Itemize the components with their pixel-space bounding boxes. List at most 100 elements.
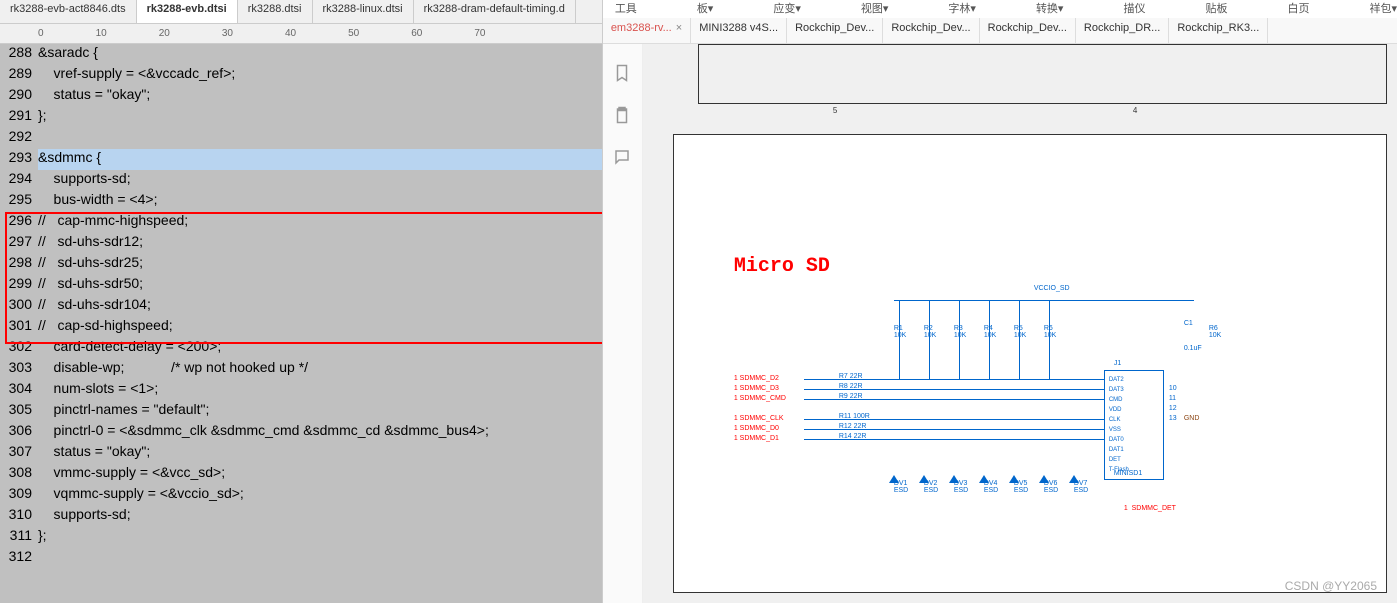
line-number: 307 [0,443,38,464]
code-line-293[interactable]: 293&sdmmc { [0,149,602,170]
code-line-292[interactable]: 292 [0,128,602,149]
menu-item-7[interactable]: 贴板 [1205,0,1227,18]
close-icon[interactable]: × [676,22,682,34]
code-line-289[interactable]: 289 vref-supply = <&vccadc_ref>; [0,65,602,86]
code-line-307[interactable]: 307 status = "okay"; [0,443,602,464]
code-line-295[interactable]: 295 bus-width = <4>; [0,191,602,212]
pullup-R2: R210K [924,325,944,339]
line-text: vqmmc-supply = <&vccio_sd>; [38,485,602,506]
pin-DET: DET [1109,455,1159,465]
schematic-page: Micro SD VCCIO_SD 1 SDMMC_D21 SDMMC_D31 … [673,134,1387,593]
resistor-R14: R14 22R [839,433,867,440]
net-SDMMC_D1: 1 SDMMC_D1 [734,435,779,442]
editor-tab-3[interactable]: rk3288-linux.dtsi [313,0,414,23]
pdf-tab-3[interactable]: Rockchip_Dev... [883,18,979,43]
pin-DAT2: DAT2 [1109,375,1159,385]
editor-tab-4[interactable]: rk3288-dram-default-timing.d [414,0,576,23]
code-line-301[interactable]: 301// cap-sd-highspeed; [0,317,602,338]
page-frame-top [698,44,1387,104]
menu-item-9[interactable]: 祥包▾ [1369,0,1397,18]
code-line-296[interactable]: 296// cap-mmc-highspeed; [0,212,602,233]
pdf-tab-2[interactable]: Rockchip_Dev... [787,18,883,43]
pin-right-11: 11 [1169,395,1176,402]
pin-right-10: 10 [1169,385,1177,392]
line-number: 304 [0,380,38,401]
menu-item-4[interactable]: 字林▾ [948,0,976,18]
sd-connector: DAT2DAT3CMDVDDCLKVSSDAT0DAT1DETT-Flash [1104,370,1164,480]
code-line-290[interactable]: 290 status = "okay"; [0,86,602,107]
pdf-tab-6[interactable]: Rockchip_RK3... [1169,18,1268,43]
menu-item-5[interactable]: 转换▾ [1036,0,1064,18]
clipboard-icon[interactable] [613,106,631,124]
editor-tab-0[interactable]: rk3288-evb-act8846.dts [0,0,137,23]
line-text: vref-supply = <&vccadc_ref>; [38,65,602,86]
line-number: 292 [0,128,38,149]
line-number: 296 [0,212,38,233]
line-number: 299 [0,275,38,296]
code-line-312[interactable]: 312 [0,548,602,569]
line-number: 288 [0,44,38,65]
line-number: 297 [0,233,38,254]
pin-DAT1: DAT1 [1109,445,1159,455]
ruler-mark: 10 [96,28,107,39]
esd-symbol [889,475,899,483]
pdf-content[interactable]: 5 4 Micro SD VCCIO_SD 1 SDMMC_D21 SDMMC_… [643,44,1397,603]
menu-item-3[interactable]: 视图▾ [861,0,889,18]
menu-item-1[interactable]: 板▾ [697,0,714,18]
line-number: 311 [0,527,38,548]
line-text: // sd-uhs-sdr25; [38,254,602,275]
editor-tab-1[interactable]: rk3288-evb.dtsi [137,0,238,23]
editor-tab-2[interactable]: rk3288.dtsi [238,0,313,23]
menu-item-6[interactable]: 描仪 [1123,0,1145,18]
pin-VSS: VSS [1109,425,1159,435]
wire [959,300,960,380]
net-SDMMC_D2: 1 SDMMC_D2 [734,375,779,382]
line-text: num-slots = <1>; [38,380,602,401]
code-line-304[interactable]: 304 num-slots = <1>; [0,380,602,401]
code-line-298[interactable]: 298// sd-uhs-sdr25; [0,254,602,275]
code-line-305[interactable]: 305 pinctrl-names = "default"; [0,401,602,422]
code-area[interactable]: 288&saradc {289 vref-supply = <&vccadc_r… [0,44,602,603]
bookmark-icon[interactable] [613,64,631,82]
code-line-302[interactable]: 302 card-detect-delay = <200>; [0,338,602,359]
pdf-tab-1[interactable]: MINI3288 v4S... [691,18,787,43]
pdf-tab-4[interactable]: Rockchip_Dev... [980,18,1076,43]
cap-ref: C1 [1184,320,1193,327]
net-det: 1 SDMMC_DET [1124,505,1176,512]
code-line-297[interactable]: 297// sd-uhs-sdr12; [0,233,602,254]
menu-item-0[interactable]: 工具 [615,0,637,18]
code-line-309[interactable]: 309 vqmmc-supply = <&vccio_sd>; [0,485,602,506]
code-editor-pane: rk3288-evb-act8846.dtsrk3288-evb.dtsirk3… [0,0,603,603]
code-line-311[interactable]: 311}; [0,527,602,548]
ruler-mark: 30 [222,28,233,39]
pdf-body: ▶ 5 4 Micro SD VCCIO_SD 1 SDMMC_D21 SDMM… [603,44,1397,603]
line-text: card-detect-delay = <200>; [38,338,602,359]
code-line-300[interactable]: 300// sd-uhs-sdr104; [0,296,602,317]
pdf-viewer-pane: 工具 板▾ 应变▾ 视图▾ 字林▾ 转换▾ 描仪 贴板 白页 祥包▾ em3288-rv...×M… [603,0,1397,603]
watermark: CSDN @YY2065 [1285,579,1377,593]
code-line-299[interactable]: 299// sd-uhs-sdr50; [0,275,602,296]
pdf-tab-0[interactable]: em3288-rv...× [603,18,691,43]
line-number: 300 [0,296,38,317]
esd-symbol [1039,475,1049,483]
line-text: }; [38,527,602,548]
code-line-310[interactable]: 310 supports-sd; [0,506,602,527]
code-line-291[interactable]: 291}; [0,107,602,128]
editor-ruler: 010203040506070 [0,24,602,44]
pin-right-13: 13 [1169,415,1177,422]
line-text: bus-width = <4>; [38,191,602,212]
menu-item-8[interactable]: 白页 [1287,0,1309,18]
code-line-303[interactable]: 303 disable-wp; /* wp not hooked up */ [0,359,602,380]
menu-item-2[interactable]: 应变▾ [773,0,801,18]
pdf-tab-5[interactable]: Rockchip_DR... [1076,18,1169,43]
chat-icon[interactable] [613,148,631,166]
net-SDMMC_D3: 1 SDMMC_D3 [734,385,779,392]
code-line-308[interactable]: 308 vmmc-supply = <&vcc_sd>; [0,464,602,485]
code-line-288[interactable]: 288&saradc { [0,44,602,65]
code-line-294[interactable]: 294 supports-sd; [0,170,602,191]
line-text: pinctrl-names = "default"; [38,401,602,422]
wire [899,300,900,380]
code-line-306[interactable]: 306 pinctrl-0 = <&sdmmc_clk &sdmmc_cmd &… [0,422,602,443]
line-text: supports-sd; [38,506,602,527]
pin-CLK: CLK [1109,415,1159,425]
